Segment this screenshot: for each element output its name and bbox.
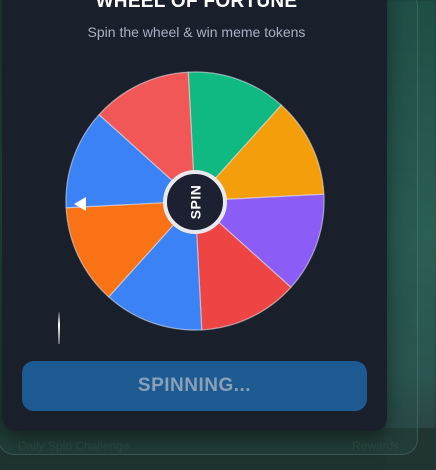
- text-cursor-icon: [58, 312, 60, 344]
- spin-button[interactable]: SPINNING...: [22, 361, 367, 411]
- spin-hub-button[interactable]: SPIN: [163, 170, 227, 234]
- wheel-pointer-icon: [74, 197, 86, 211]
- fortune-wheel: SPIN: [64, 70, 326, 332]
- modal-title: WHEEL OF FORTUNE: [95, 0, 298, 12]
- modal-subtitle: Spin the wheel & win meme tokens: [87, 24, 306, 40]
- spin-hub-label: SPIN: [187, 184, 203, 220]
